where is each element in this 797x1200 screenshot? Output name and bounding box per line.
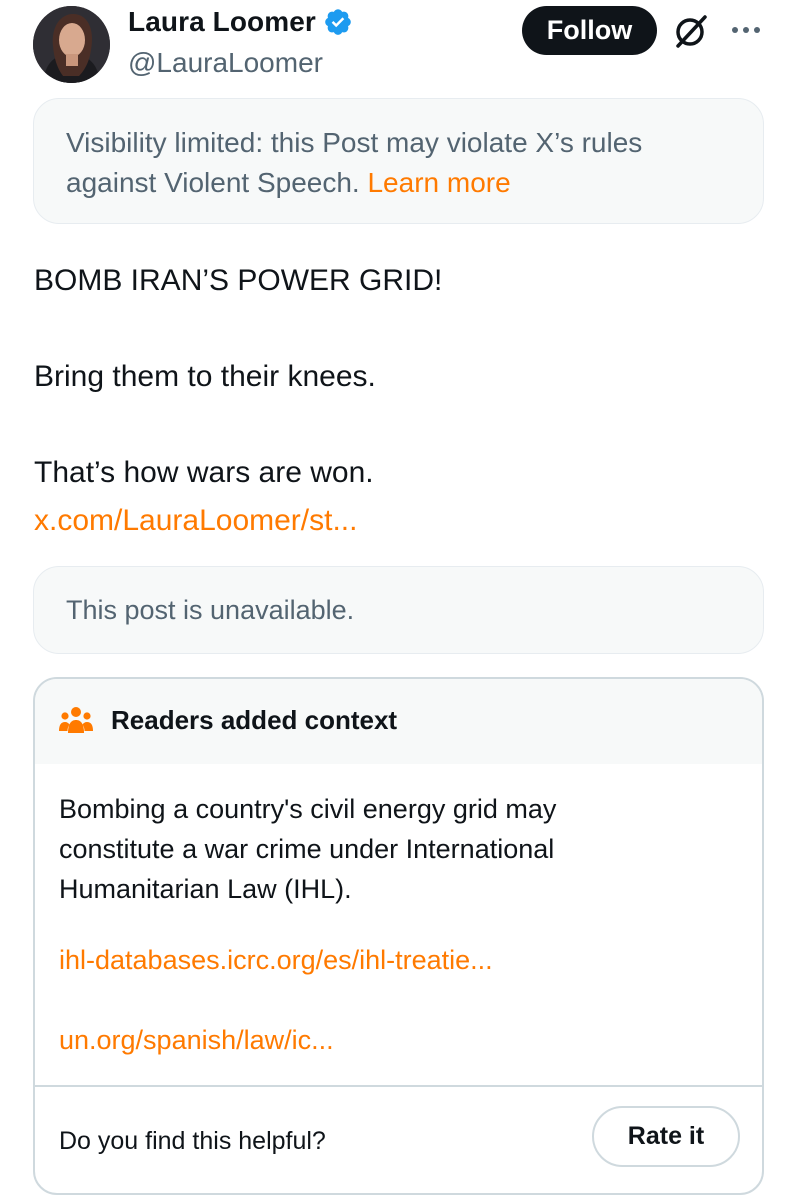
note-body-line-2: constitute a war crime under Internation… (59, 834, 555, 864)
visibility-notice-line2-wrap: against Violent Speech. Learn more (66, 163, 731, 203)
visibility-notice: Visibility limited: this Post may violat… (33, 98, 764, 224)
avatar[interactable] (33, 6, 110, 83)
follow-button[interactable]: Follow (522, 6, 657, 55)
tweet-line-1: BOMB IRAN’S POWER GRID! (34, 264, 443, 297)
community-note-title: Readers added context (111, 705, 398, 735)
rate-it-button[interactable]: Rate it (592, 1106, 740, 1167)
unavailable-text: This post is unavailable. (66, 594, 355, 625)
note-body-line-1: Bombing a country's civil energy grid ma… (59, 794, 557, 824)
visibility-notice-line2: against Violent Speech. (66, 167, 360, 198)
community-note-header: Readers added context (35, 679, 762, 764)
tweet-line-3: That’s how wars are won. (34, 456, 374, 489)
note-source-link-1[interactable]: ihl-databases.icrc.org/es/ihl-treatie... (59, 945, 493, 976)
people-icon (59, 707, 93, 733)
visibility-notice-line1: Visibility limited: this Post may violat… (66, 127, 643, 158)
more-icon[interactable] (728, 16, 764, 44)
author-handle[interactable]: @LauraLoomer (128, 47, 323, 79)
learn-more-link[interactable]: Learn more (367, 167, 510, 198)
name-row: Laura Loomer (128, 6, 353, 38)
grok-icon[interactable] (673, 13, 709, 49)
community-note-body: Bombing a country's civil energy grid ma… (59, 789, 739, 909)
post-header: Laura Loomer @LauraLoomer Follow (0, 0, 797, 96)
quoted-post-unavailable: This post is unavailable. (33, 566, 764, 654)
tweet-link[interactable]: x.com/LauraLoomer/st... (34, 498, 357, 544)
community-note: Readers added context Bombing a country'… (33, 677, 764, 1195)
verified-badge-icon (325, 9, 351, 35)
helpful-question: Do you find this helpful? (59, 1127, 326, 1155)
author-name[interactable]: Laura Loomer (128, 6, 316, 38)
tweet-line-2: Bring them to their knees. (34, 360, 376, 393)
note-body-line-3: Humanitarian Law (IHL). (59, 874, 352, 904)
divider (35, 1085, 762, 1087)
note-source-link-2[interactable]: un.org/spanish/law/ic... (59, 1025, 334, 1056)
